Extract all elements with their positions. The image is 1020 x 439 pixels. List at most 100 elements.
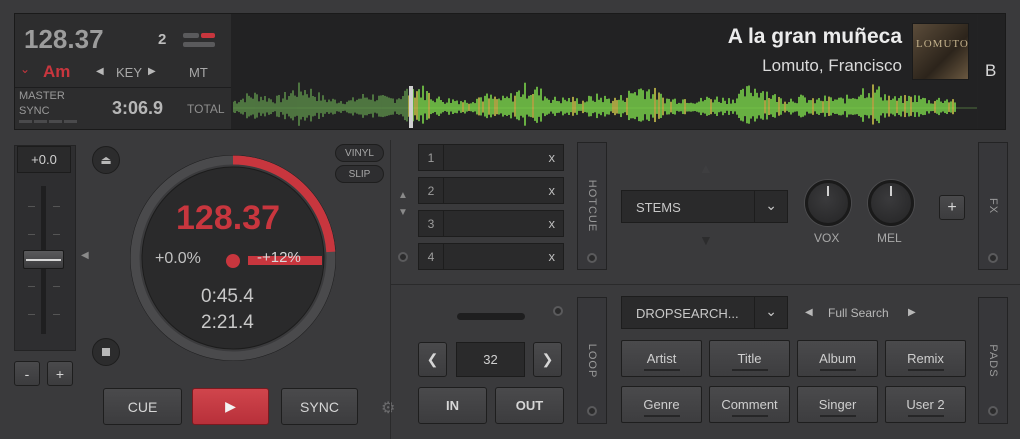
pads-next-arrow-icon[interactable]: ▶ — [908, 307, 916, 318]
add-stem-button[interactable]: + — [939, 195, 965, 220]
sync-meter — [19, 120, 77, 123]
hotcue-slot-3[interactable]: 3 x — [418, 210, 564, 237]
hotcue-down-arrow-icon[interactable]: ▼ — [398, 207, 408, 218]
key-right-arrow-icon[interactable]: ▶ — [148, 66, 156, 77]
hotcue-slot-2[interactable]: 2 x — [418, 177, 564, 204]
cue-button[interactable]: CUE — [103, 388, 182, 425]
loop-out-button[interactable]: OUT — [495, 387, 564, 424]
playhead-marker — [409, 86, 413, 128]
hotcue-slot-1[interactable]: 1 x — [418, 144, 564, 171]
loop-size[interactable]: 32 — [456, 342, 525, 377]
track-title: A la gran muñeca — [727, 25, 902, 48]
stop-icon — [102, 348, 110, 356]
loop-roll-slider[interactable] — [457, 313, 525, 320]
mel-knob[interactable] — [868, 180, 914, 226]
key-chevron-down-icon[interactable]: ⌄ — [20, 62, 30, 76]
settings-gear-icon[interactable]: ⚙ — [381, 398, 395, 418]
pads-dropdown-label: DROPSEARCH... — [636, 306, 739, 321]
bpm-display: 128.37 — [24, 24, 104, 54]
hotcue-slot-4[interactable]: 4 x — [418, 243, 564, 270]
loop-in-button[interactable]: IN — [418, 387, 487, 424]
waveform-graphic — [232, 82, 977, 126]
sync-button[interactable]: SYNC — [281, 388, 358, 425]
pad-user-2[interactable]: User 2 — [885, 386, 966, 423]
chevron-down-icon: ⌄ — [765, 303, 777, 319]
eject-icon: ⏏ — [100, 153, 112, 167]
chevron-right-icon: ❯ — [541, 351, 554, 367]
total-label: TOTAL — [187, 102, 225, 116]
pad-comment[interactable]: Comment — [709, 386, 790, 423]
pads-tab-led — [988, 406, 998, 416]
vox-label: VOX — [814, 231, 840, 245]
pads-prev-arrow-icon[interactable]: ◀ — [805, 307, 813, 318]
loop-tab-led — [587, 406, 597, 416]
hotcue-clear-icon[interactable]: x — [549, 216, 556, 231]
stems-dropdown[interactable]: STEMS ⌄ — [621, 190, 788, 223]
pads-tab-label: PADS — [987, 343, 999, 378]
pad-title[interactable]: Title — [709, 340, 790, 377]
pitch-range-label: -+12% — [257, 249, 301, 266]
key-label: KEY — [116, 65, 143, 80]
mel-label: MEL — [877, 231, 902, 245]
hotcue-number: 2 — [419, 178, 444, 203]
master-tempo-button[interactable]: MT — [189, 65, 208, 80]
waveform-overview[interactable] — [232, 80, 977, 128]
tab-hotcue[interactable]: HOTCUE — [577, 142, 607, 270]
hotcue-number: 1 — [419, 145, 444, 170]
key-left-arrow-icon[interactable]: ◀ — [96, 66, 104, 77]
pad-singer[interactable]: Singer — [797, 386, 878, 423]
hotcue-number: 4 — [419, 244, 444, 269]
play-button[interactable]: ▶ — [192, 388, 269, 425]
album-art-text: LOMUTO — [916, 38, 969, 50]
pads-dropdown[interactable]: DROPSEARCH... ⌄ — [621, 296, 788, 329]
chevron-left-icon: ❮ — [426, 351, 439, 367]
loop-led[interactable] — [553, 306, 563, 316]
sync-label[interactable]: SYNC — [19, 105, 50, 117]
pad-album[interactable]: Album — [797, 340, 878, 377]
pitch-bend-left-icon[interactable]: ◀ — [81, 250, 89, 261]
hotcue-clear-icon[interactable]: x — [549, 249, 556, 264]
master-label[interactable]: MASTER — [19, 90, 65, 102]
jog-center-dot — [226, 254, 240, 268]
hotcue-clear-icon[interactable]: x — [549, 183, 556, 198]
tab-pads[interactable]: PADS — [978, 297, 1008, 424]
stop-button[interactable] — [92, 338, 120, 366]
jog-remaining: 2:21.4 — [201, 312, 254, 333]
deck-color-indicator[interactable] — [183, 31, 217, 49]
play-icon: ▶ — [225, 398, 236, 414]
pad-remix[interactable]: Remix — [885, 340, 966, 377]
hotcue-led[interactable] — [398, 252, 408, 262]
vox-knob[interactable] — [805, 180, 851, 226]
vinyl-button[interactable]: VINYL — [335, 144, 384, 162]
pitch-slider-handle[interactable] — [23, 250, 64, 269]
track-artist: Lomuto, Francisco — [762, 56, 902, 75]
jog-pitch-range: -+12% — [248, 249, 322, 266]
slip-button[interactable]: SLIP — [335, 165, 384, 183]
pad-genre[interactable]: Genre — [621, 386, 702, 423]
tab-loop[interactable]: LOOP — [577, 297, 607, 424]
stems-down-arrow-icon[interactable]: ▼ — [699, 232, 713, 248]
stems-up-arrow-icon[interactable]: ▲ — [699, 160, 713, 176]
pitch-value: +0.0 — [17, 146, 71, 173]
deck-number: 2 — [158, 31, 167, 48]
key-value[interactable]: Am — [43, 62, 70, 82]
loop-halve-button[interactable]: ❮ — [418, 342, 447, 377]
pad-artist[interactable]: Artist — [621, 340, 702, 377]
pitch-plus-button[interactable]: + — [47, 361, 73, 386]
hotcue-tab-label: HOTCUE — [586, 179, 598, 233]
tab-fx[interactable]: FX — [978, 142, 1008, 270]
hotcue-clear-icon[interactable]: x — [549, 150, 556, 165]
eject-button[interactable]: ⏏ — [92, 146, 120, 174]
hotcue-number: 3 — [419, 211, 444, 236]
hotcue-up-arrow-icon[interactable]: ▲ — [398, 190, 408, 201]
fx-tab-led — [988, 253, 998, 263]
chevron-down-icon: ⌄ — [765, 197, 777, 213]
jog-elapsed: 0:45.4 — [201, 286, 254, 307]
loop-double-button[interactable]: ❯ — [533, 342, 562, 377]
loop-tab-label: LOOP — [586, 343, 598, 378]
pitch-minus-button[interactable]: - — [14, 361, 40, 386]
pads-mode-label: Full Search — [828, 306, 889, 320]
album-art[interactable]: LOMUTO — [912, 23, 969, 80]
remaining-time: 3:06.9 — [112, 98, 164, 118]
stems-dropdown-label: STEMS — [636, 200, 681, 215]
